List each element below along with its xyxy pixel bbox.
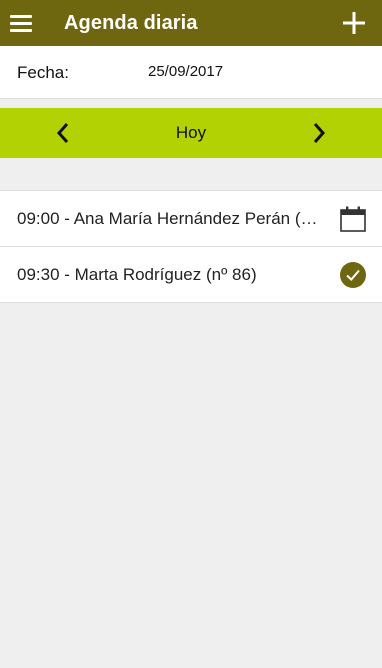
appointment-list: 09:00 - Ana María Hernández Perán (nº...… <box>0 190 382 303</box>
list-item[interactable]: 09:30 - Marta Rodríguez (nº 86) <box>0 247 382 303</box>
appointment-text: 09:00 - Ana María Hernández Perán (nº... <box>17 209 325 228</box>
day-navigation-bar: Hoy <box>0 108 382 158</box>
app-bar: Agenda diaria <box>0 0 382 46</box>
chevron-right-icon[interactable] <box>306 121 330 145</box>
date-row[interactable]: Fecha: 25/09/2017 <box>0 46 382 99</box>
appointment-text: 09:30 - Marta Rodríguez (nº 86) <box>17 265 257 284</box>
hamburger-menu-icon[interactable] <box>9 11 33 35</box>
date-label: Fecha: <box>17 63 69 82</box>
plus-icon[interactable] <box>342 11 366 35</box>
calendar-icon[interactable] <box>339 205 367 233</box>
page-title: Agenda diaria <box>64 12 198 34</box>
check-circle-icon[interactable] <box>339 261 367 289</box>
list-item[interactable]: 09:00 - Ana María Hernández Perán (nº... <box>0 191 382 247</box>
date-value[interactable]: 25/09/2017 <box>148 63 223 80</box>
